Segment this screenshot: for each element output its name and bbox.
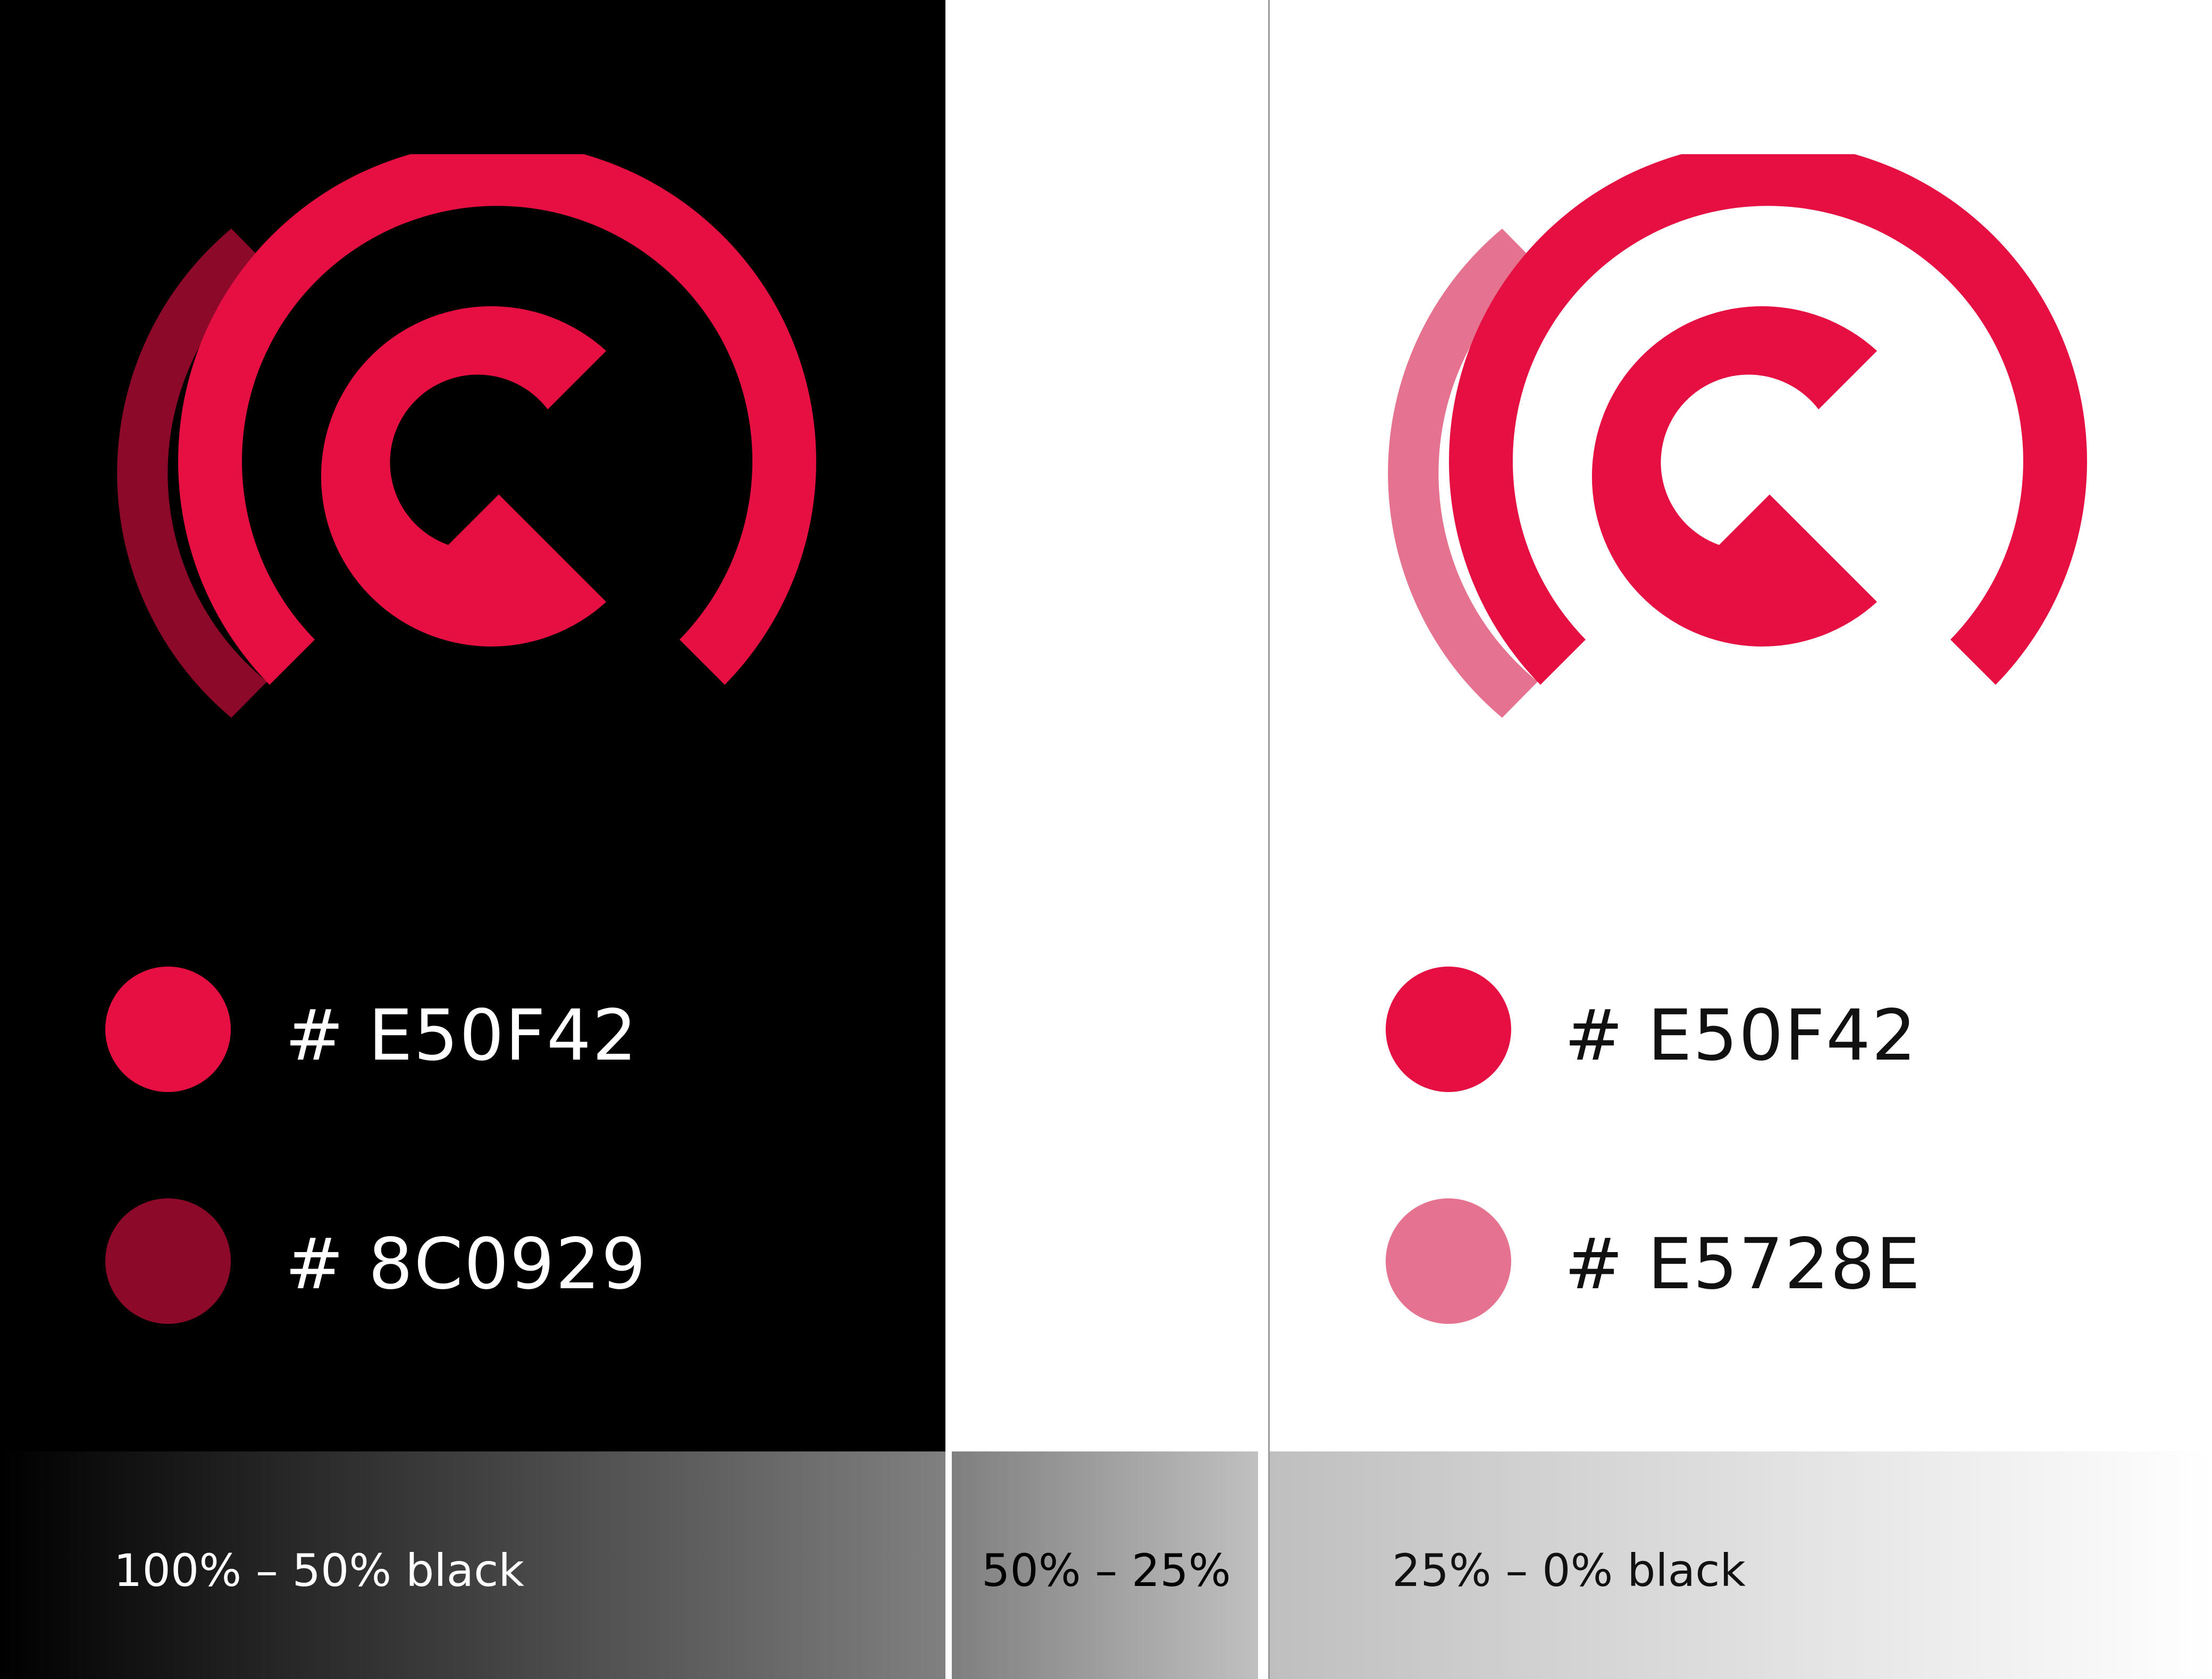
color-swatch-primary xyxy=(105,967,231,1092)
gradient-label-50-25: 50% – 25% xyxy=(982,1544,1231,1597)
color-swatch-primary-light xyxy=(1386,967,1511,1092)
hex-label-light-shade: # E5728E xyxy=(1564,1223,1922,1305)
color-swatch-light-shade xyxy=(1386,1198,1511,1324)
hex-label-primary-light: # E50F42 xyxy=(1564,995,1917,1077)
color-swatch-dark-shade xyxy=(105,1198,231,1324)
logo-mark-on-light xyxy=(1388,154,2087,718)
logo-inner-c xyxy=(321,306,606,647)
hex-label-primary: # E50F42 xyxy=(285,995,638,1077)
gradient-label-25-0: 25% – 0% black xyxy=(1392,1544,1746,1597)
logo-inner-c xyxy=(1591,306,1877,647)
hex-label-dark-shade: # 8C0929 xyxy=(285,1223,647,1305)
logo-mark-on-dark xyxy=(117,154,816,718)
gradient-label-100-50: 100% – 50% black xyxy=(114,1544,524,1597)
